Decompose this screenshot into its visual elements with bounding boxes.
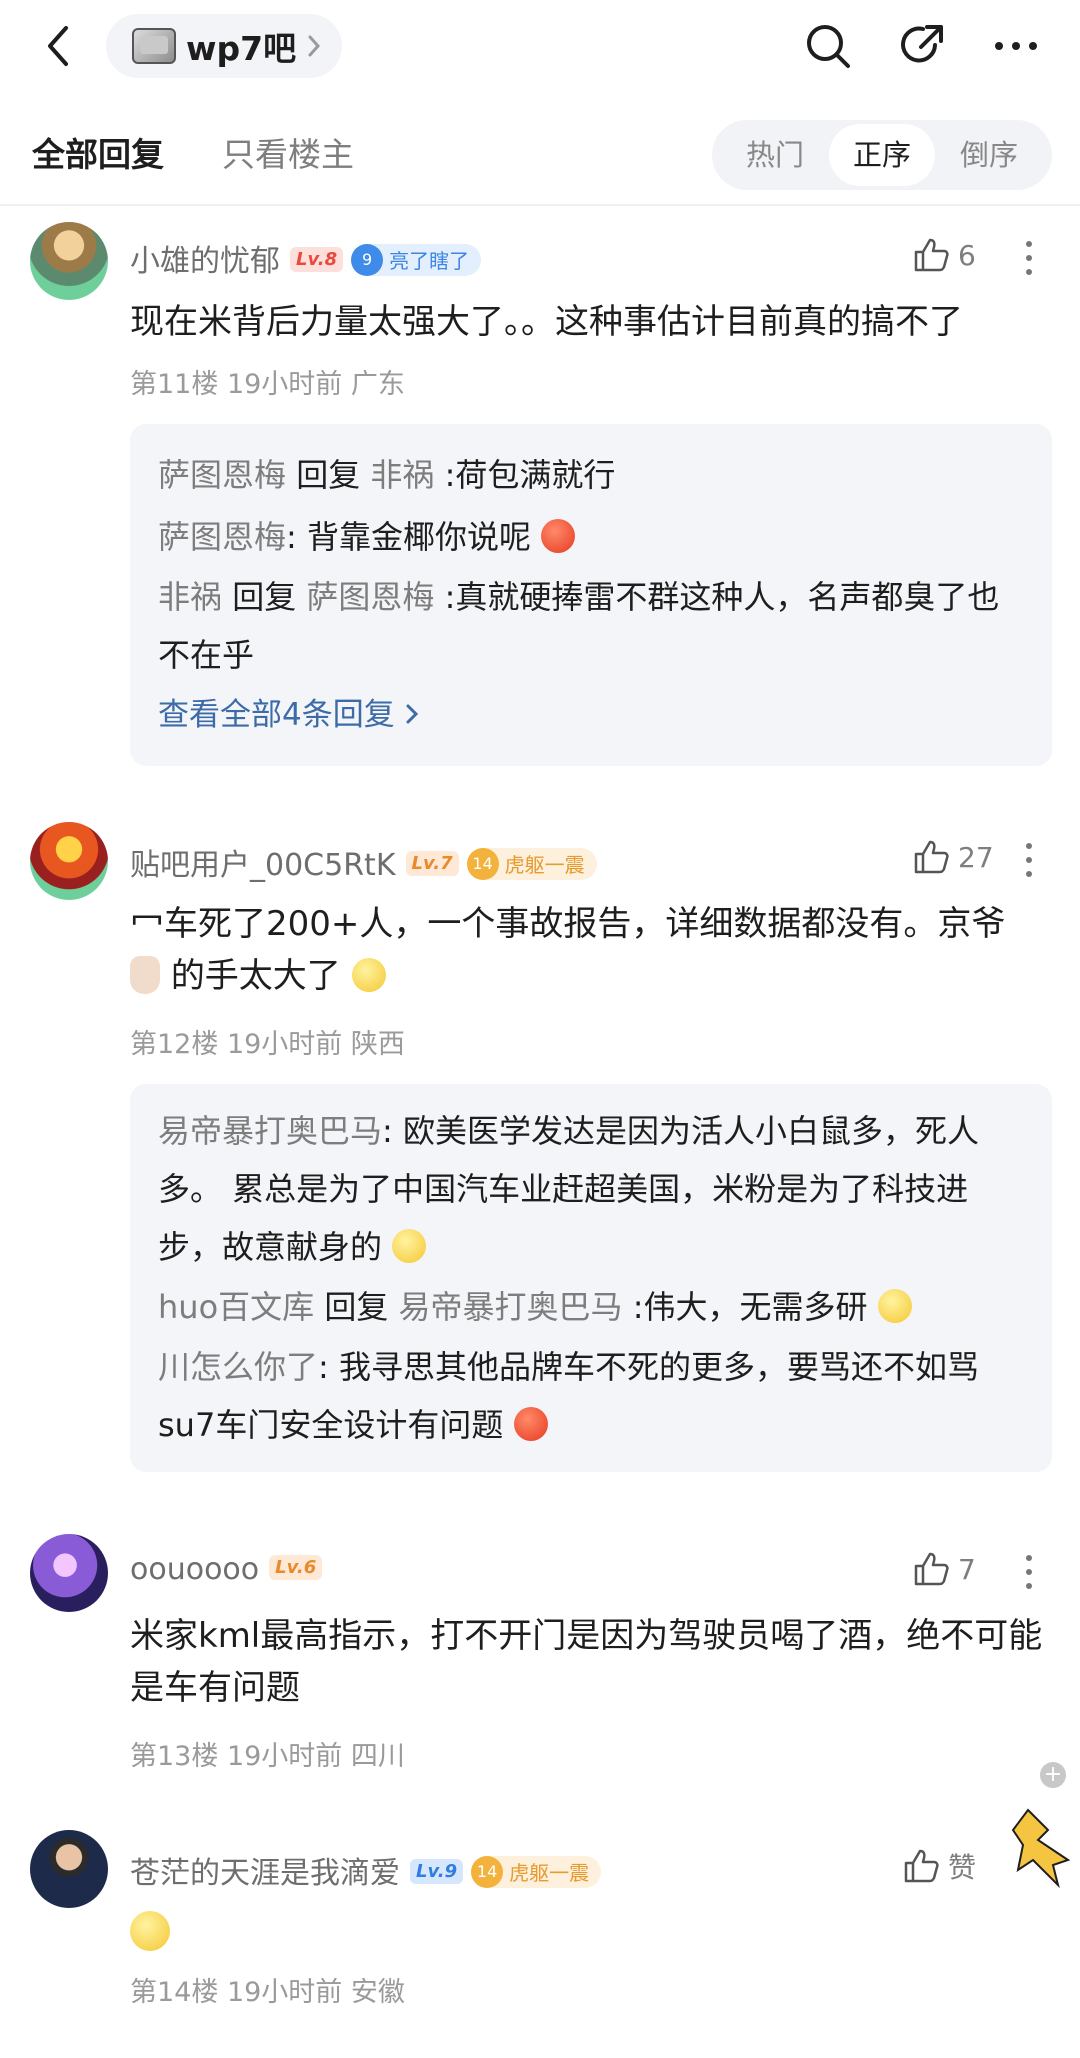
title-badge: 9 亮了瞎了 [351,243,482,276]
sort-desc[interactable]: 倒序 [936,120,1042,190]
reply-box: 萨图恩梅 回复 非祸 :荷包满就行 萨图恩梅: 背靠金椰你说呢 非祸 回复 萨图… [130,424,1052,766]
share-button[interactable] [892,18,952,74]
reply-item[interactable]: 非祸 回复 萨图恩梅 :真就硬捧雷不群这种人，名声都臭了也不在乎 [158,568,1024,684]
comment-meta: 第11楼 19小时前 广东 [130,369,405,400]
angry-emoji-icon [513,1407,548,1441]
search-icon [807,25,850,68]
forum-name: wp7吧 [186,29,297,68]
reply-item[interactable]: huo百文库 回复 易帝暴打奥巴马 :伟大，无需多研 [158,1276,1024,1338]
top-bar: wp7吧 [0,0,1080,92]
reply-item[interactable]: 萨图恩梅 回复 非祸 :荷包满就行 [158,444,1024,506]
divider [0,204,1080,206]
chevron-right-icon [308,35,321,57]
angry-emoji-icon [541,519,576,553]
thumbs-up-icon [914,840,949,874]
thumbs-up-icon [904,1849,939,1883]
search-button[interactable] [798,18,858,74]
floating-mascot-icon[interactable] [1008,1800,1080,1890]
comment-text: 冖车死了200+人，一个事故报告，详细数据都没有。京爷 的手太大了 [130,904,1006,996]
comment-meta: 第14楼 19小时前 安徽 [130,1977,405,2008]
smile-emoji-icon [877,1289,912,1323]
back-icon [48,26,68,66]
comment-text: 现在米背后力量太强大了。。这种事估计目前真的搞不了 [130,302,963,342]
level-badge: Lv.6 [269,1555,323,1580]
avatar[interactable] [30,822,108,900]
share-icon [901,25,943,63]
laugh-emoji-icon [392,1229,427,1263]
username[interactable]: 贴吧用户_00C5RtK Lv.7 14 虎躯一震 [130,840,597,884]
avatar[interactable] [30,1534,108,1612]
see-all-replies-link[interactable]: 查看全部4条回复 [158,684,1024,746]
comment-text: 米家kml最高指示，打不开门是因为驾驶员喝了酒，绝不可能是车有问题 [130,1616,1043,1708]
reply-item[interactable]: 川怎么你了: 我寻思其他品牌车不死的更多，要骂还不如骂 su7车门安全设计有问题 [158,1338,1024,1454]
username[interactable]: oouoooo Lv.6 [130,1552,323,1587]
level-badge: Lv.9 [410,1859,464,1884]
sort-toggle: 热门 正序 倒序 [712,120,1052,190]
floating-add-button[interactable]: + [1040,1762,1066,1788]
laugh-emoji-icon [130,1910,170,1951]
forum-avatar [132,28,176,64]
avatar[interactable] [30,1830,108,1908]
more-button[interactable] [986,18,1046,74]
sort-asc[interactable]: 正序 [829,124,935,186]
more-vertical-icon[interactable] [1014,1552,1044,1592]
title-badge: 14 虎躯一震 [466,847,597,880]
reply-box: 易帝暴打奥巴马: 欧美医学发达是因为活人小白鼠多，死人多。 累总是为了中国汽车业… [130,1084,1052,1472]
thumbs-up-icon [914,1552,949,1586]
comment-text [130,1906,1050,1958]
tab-op-only[interactable]: 只看楼主 [222,128,354,176]
victory-hand-emoji-icon [130,955,160,994]
title-badge: 14 虎躯一震 [471,1855,602,1888]
back-button[interactable] [38,20,78,72]
level-badge: Lv.7 [405,851,459,876]
level-badge: Lv.8 [290,247,344,272]
username[interactable]: 苍茫的天涯是我滴爱 Lv.9 14 虎躯一震 [130,1848,602,1892]
reply-item[interactable]: 易帝暴打奥巴马: 欧美医学发达是因为活人小白鼠多，死人多。 累总是为了中国汽车业… [158,1102,1024,1276]
like-button[interactable]: 7 [912,1550,976,1588]
thumbs-up-icon [914,238,949,272]
forum-link[interactable]: wp7吧 [106,14,342,78]
more-vertical-icon[interactable] [1014,238,1044,278]
more-vertical-icon[interactable] [1014,840,1044,880]
chevron-right-icon [406,704,418,724]
reply-item[interactable]: 萨图恩梅: 背靠金椰你说呢 [158,506,1024,568]
tab-all-replies[interactable]: 全部回复 [32,128,164,176]
comment-meta: 第12楼 19小时前 陕西 [130,1029,405,1060]
comment-meta: 第13楼 19小时前 四川 [130,1741,405,1772]
like-button[interactable]: 6 [912,236,976,274]
avatar[interactable] [30,222,108,300]
sort-hot[interactable]: 热门 [722,120,828,190]
smile-emoji-icon [351,957,386,992]
more-icon [995,42,1037,50]
username[interactable]: 小雄的忧郁 Lv.8 9 亮了瞎了 [130,236,482,280]
filter-bar: 全部回复 只看楼主 热门 正序 倒序 [0,110,1080,194]
like-button[interactable]: 赞 [902,1846,976,1886]
like-button[interactable]: 27 [912,838,994,876]
